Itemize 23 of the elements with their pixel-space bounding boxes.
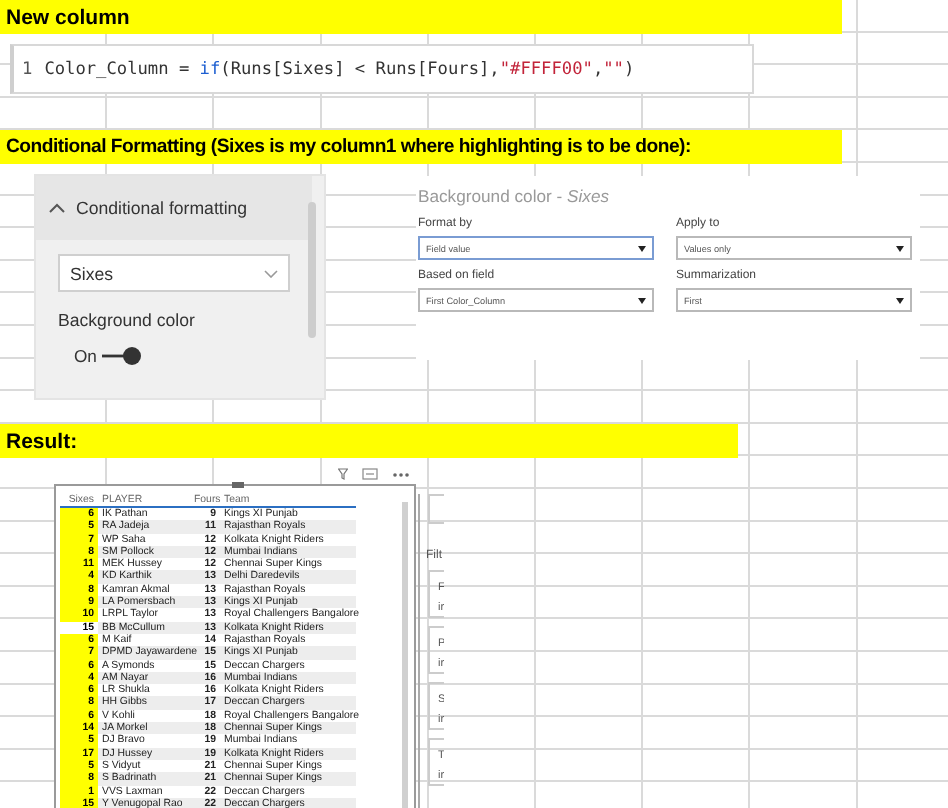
caret-icon [638, 297, 646, 303]
caret-icon [896, 245, 904, 251]
chevron-icon [48, 202, 66, 214]
scroll-bar[interactable] [308, 202, 316, 338]
section-header[interactable]: Conditional formatting [36, 176, 312, 240]
background-color-label: Background color [58, 310, 195, 330]
caret-icon [638, 245, 646, 251]
line-number: 1 [22, 59, 33, 79]
filter-icon[interactable] [338, 468, 348, 480]
caret-icon [896, 297, 904, 303]
heading-banner: Result: [0, 424, 738, 458]
heading-banner: New column [0, 0, 842, 34]
scroll-bar[interactable] [402, 502, 408, 808]
heading-banner: Conditional Formatting (Sixes is my column1 where highlighting is to be done): [0, 130, 842, 164]
chevron-icon [264, 269, 278, 277]
dialog-title: Background color - Sixes [418, 186, 610, 206]
toggle-switch[interactable] [102, 346, 143, 366]
focus-mode-icon[interactable] [362, 468, 378, 480]
field-dropdown[interactable]: Sixes [58, 254, 290, 292]
toggle-label: On [74, 346, 97, 366]
more-options-icon[interactable] [392, 471, 410, 477]
resize-handle[interactable] [232, 482, 244, 488]
code-line: Color_Column = if(Runs[Sixes] < Runs[Fours],"#FFFF00","") [44, 59, 635, 79]
